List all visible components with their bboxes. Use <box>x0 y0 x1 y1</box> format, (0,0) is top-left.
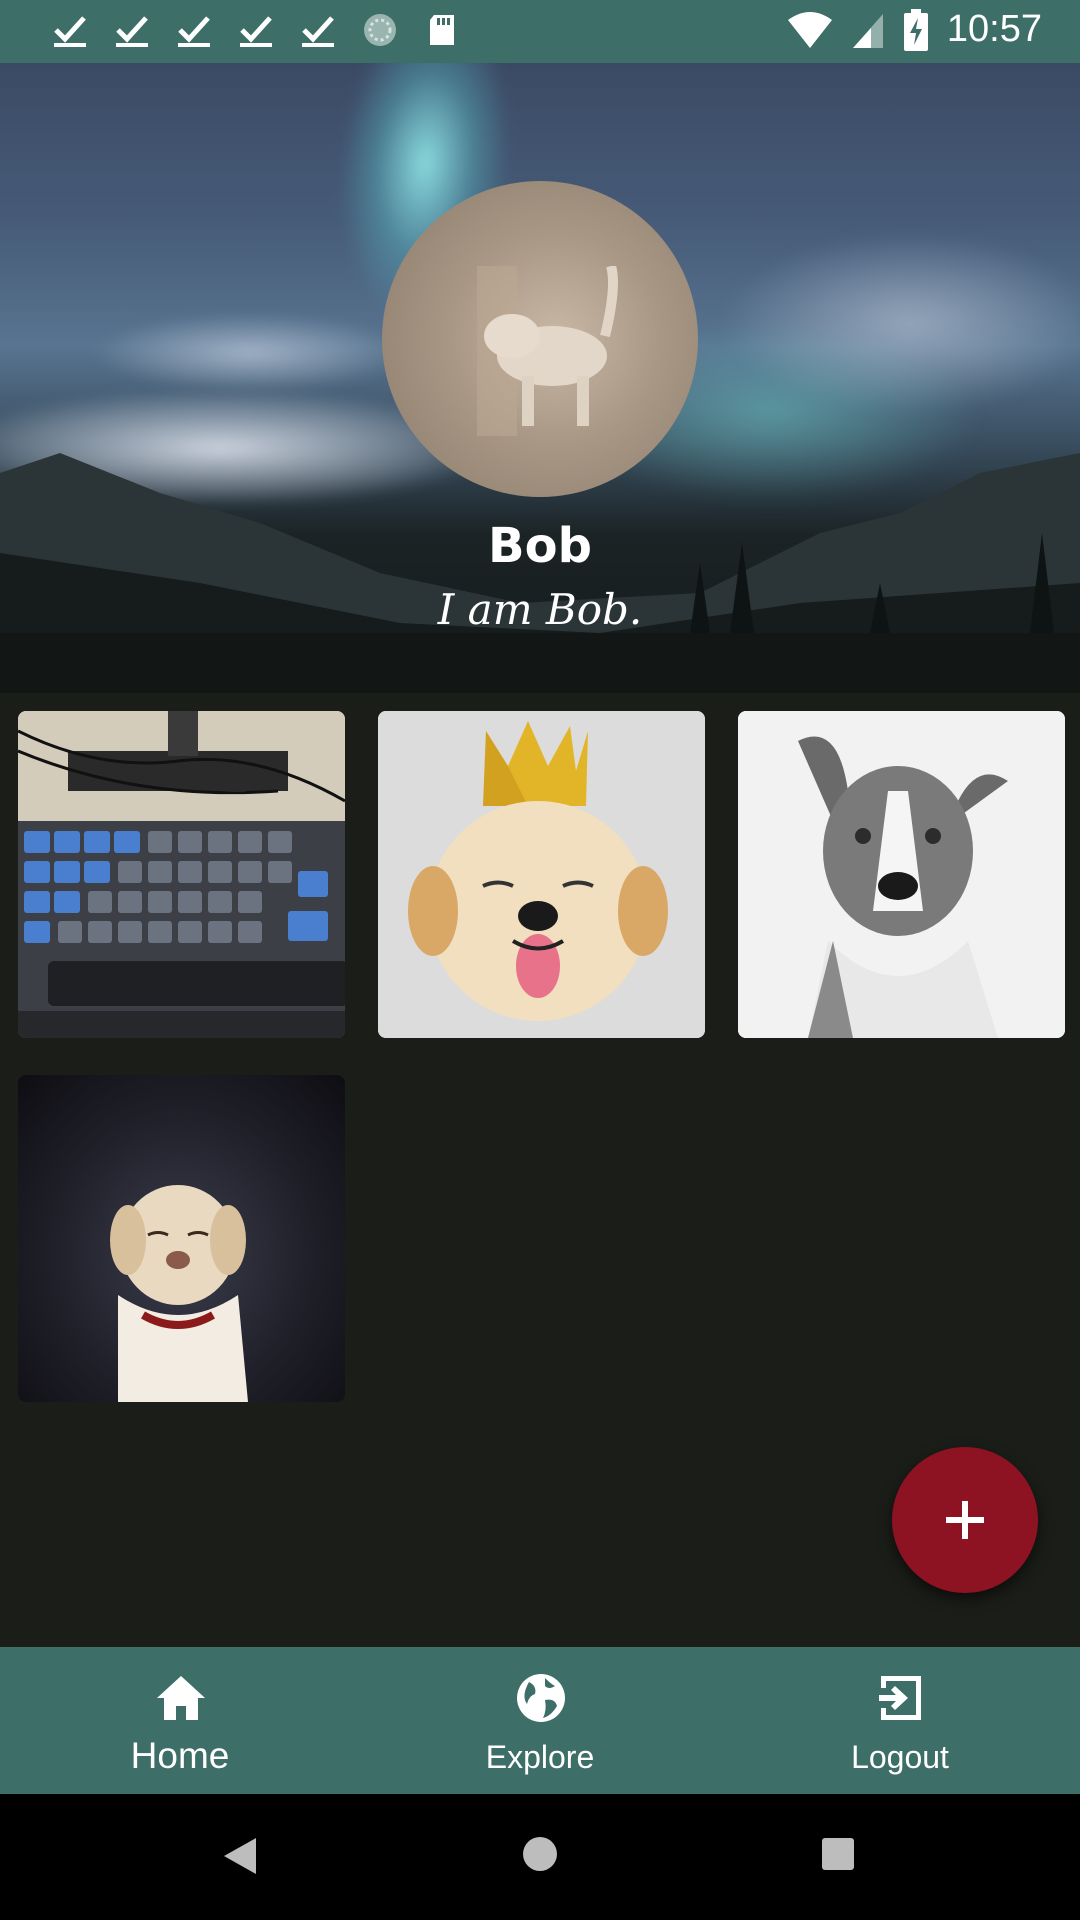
check-icon <box>116 16 148 47</box>
home-circle-icon[interactable] <box>520 1834 560 1874</box>
sync-icon <box>364 14 396 46</box>
clock: 10:57 <box>946 8 1042 50</box>
home-icon <box>157 1676 205 1720</box>
gray-dog-photo <box>738 711 1065 1038</box>
status-bar: 10:57 <box>0 0 1080 63</box>
recents-icon[interactable] <box>820 1836 856 1872</box>
signal-icon <box>852 13 883 48</box>
profile-name: Bob <box>488 518 592 574</box>
bottom-navigation: Home Explore Logout <box>0 1647 1080 1794</box>
plus-icon <box>946 1501 984 1539</box>
add-photo-button[interactable] <box>892 1447 1038 1593</box>
check-icon <box>302 16 334 47</box>
puppy-photo <box>378 711 705 1038</box>
sd-card-icon <box>430 15 454 45</box>
check-icon <box>240 16 272 47</box>
system-navigation-bar <box>0 1794 1080 1920</box>
profile-bio: I am Bob. <box>437 585 643 634</box>
check-icon <box>178 16 210 47</box>
nav-item-logout[interactable]: Logout <box>720 1647 1080 1794</box>
nav-label-explore: Explore <box>485 1739 595 1775</box>
photo-tile-labrador[interactable] <box>18 1075 345 1402</box>
globe-icon <box>517 1674 565 1722</box>
photo-tile-keyboard[interactable] <box>18 711 345 1038</box>
check-icon <box>54 16 86 47</box>
photo-tile-puppy-crown[interactable] <box>378 711 705 1038</box>
nav-label-logout: Logout <box>851 1739 949 1775</box>
battery-charging-icon <box>903 8 928 51</box>
profile-header: Bob I am Bob. <box>0 63 1080 693</box>
profile-avatar[interactable] <box>382 181 698 497</box>
nav-item-explore[interactable]: Explore <box>360 1647 720 1794</box>
dog-photo <box>477 266 618 436</box>
labrador-photo <box>110 1185 248 1402</box>
back-icon[interactable] <box>222 1836 258 1876</box>
photo-tile-gray-dog[interactable] <box>738 711 1065 1038</box>
logout-icon <box>879 1676 921 1720</box>
keyboard-photo <box>18 711 345 1038</box>
wifi-icon <box>787 11 832 48</box>
nav-item-home[interactable]: Home <box>0 1647 360 1794</box>
nav-label-home: Home <box>130 1735 230 1776</box>
